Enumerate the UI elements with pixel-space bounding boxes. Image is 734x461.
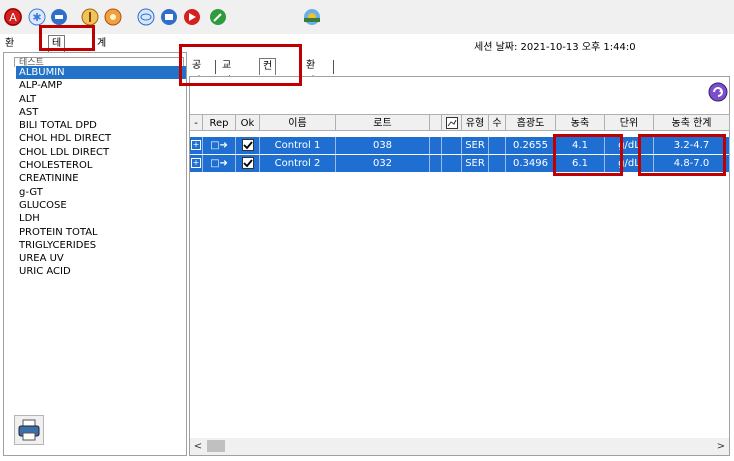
blank-cell [430, 155, 442, 172]
sun-horizon-icon[interactable] [303, 8, 321, 26]
control-limits: 3.2-4.7 [654, 137, 730, 154]
control-table-panel: - Rep Ok 이름 로트 유형 수 흡광도 농축 단위 농축 한계 + □➜… [189, 76, 730, 456]
tab-patient[interactable]: 환자 [2, 36, 17, 64]
svg-text:A: A [9, 11, 17, 24]
expand-toggle[interactable]: + [190, 137, 203, 154]
tab-tests[interactable]: 테스트 [48, 35, 66, 79]
list-item[interactable]: CHOL LDL DIRECT [16, 146, 186, 159]
control-count [489, 155, 506, 172]
sunflower-icon[interactable] [104, 8, 122, 26]
col-header-blank [430, 114, 442, 131]
control-absorbance: 0.2655 [506, 137, 556, 154]
tab-divider [215, 60, 216, 74]
horizontal-scrollbar[interactable]: < > [190, 438, 729, 455]
blank-cell [430, 137, 442, 154]
tab-control[interactable]: 컨트롤 [259, 58, 277, 104]
flag-icon[interactable] [183, 8, 201, 26]
rep-arrow-icon[interactable]: □➜ [203, 155, 236, 172]
scroll-left-icon[interactable]: < [190, 438, 206, 455]
control-lot: 032 [336, 155, 430, 172]
col-header-absorbance[interactable]: 흡광도 [506, 114, 556, 131]
tab-blank[interactable]: 공란 [189, 58, 204, 87]
printer-icon [18, 419, 40, 441]
table-row[interactable]: + □➜ Control 2 032 SER 0.3496 6.1 g/dL 4… [190, 155, 731, 172]
control-concentration: 4.1 [556, 137, 605, 154]
list-item[interactable]: CHOL HDL DIRECT [16, 132, 186, 145]
list-item[interactable]: ALT [16, 93, 186, 106]
col-header-lot[interactable]: 로트 [336, 114, 430, 131]
col-header-ok[interactable]: Ok [236, 114, 260, 131]
wrench-icon[interactable] [209, 8, 227, 26]
test-list-panel: 테스트 ALBUMIN ALP-AMP ALT AST BILI TOTAL D… [3, 52, 187, 456]
print-button[interactable] [14, 415, 44, 445]
chart-icon [445, 117, 458, 129]
ok-checkbox[interactable] [236, 137, 260, 154]
expand-toggle[interactable]: + [190, 155, 203, 172]
col-header-count[interactable]: 수 [489, 114, 506, 131]
session-date: 세션 날짜: 2021-10-13 오후 1:44:0 [474, 42, 636, 53]
control-unit: g/dL [605, 137, 654, 154]
list-item[interactable]: BILI TOTAL DPD [16, 119, 186, 132]
list-item[interactable]: ALBUMIN [16, 66, 186, 80]
control-absorbance: 0.3496 [506, 155, 556, 172]
list-item[interactable]: UREA UV [16, 252, 186, 265]
control-name: Control 2 [260, 155, 336, 172]
toolbar: A ✱ [0, 0, 734, 34]
list-item[interactable]: CREATININE [16, 172, 186, 185]
rep-arrow-icon[interactable]: □➜ [203, 137, 236, 154]
col-header-limits[interactable]: 농축 한계 [654, 114, 730, 131]
tab-calibrator[interactable]: 교정기 [219, 58, 234, 103]
tab-divider [333, 60, 334, 74]
vial-icon[interactable] [50, 8, 68, 26]
col-header-type[interactable]: 유형 [462, 114, 489, 131]
col-header-concentration[interactable]: 농축 [556, 114, 605, 131]
ok-checkbox[interactable] [236, 155, 260, 172]
control-limits: 4.8-7.0 [654, 155, 730, 172]
control-count [489, 137, 506, 154]
tab-patient-samples[interactable]: 환자 [303, 58, 318, 87]
tray-icon[interactable] [137, 8, 155, 26]
control-lot: 038 [336, 137, 430, 154]
col-header-chart-icon[interactable] [442, 114, 462, 131]
table-row[interactable]: + □➜ Control 1 038 SER 0.2655 4.1 g/dL 3… [190, 137, 731, 154]
chart-cell [442, 137, 462, 154]
cassette-icon[interactable] [160, 8, 178, 26]
scroll-right-icon[interactable]: > [713, 438, 729, 455]
control-unit: g/dL [605, 155, 654, 172]
col-header-unit[interactable]: 단위 [605, 114, 654, 131]
list-item[interactable]: CHOLESTEROL [16, 159, 186, 172]
list-item[interactable]: URIC ACID [16, 265, 186, 278]
list-item[interactable]: AST [16, 106, 186, 119]
scroll-thumb[interactable] [207, 440, 225, 452]
test-list: ALBUMIN ALP-AMP ALT AST BILI TOTAL DPD C… [16, 66, 186, 279]
list-item[interactable]: PROTEIN TOTAL [16, 226, 186, 239]
svg-text:✱: ✱ [32, 11, 41, 24]
chart-cell [442, 155, 462, 172]
shutdown-icon[interactable]: A [4, 8, 22, 26]
list-item[interactable]: TRIGLYCERIDES [16, 239, 186, 252]
list-item[interactable]: ALP-AMP [16, 79, 186, 92]
table-header-row: - Rep Ok 이름 로트 유형 수 흡광도 농축 단위 농축 한계 [190, 114, 731, 131]
col-header-rep[interactable]: Rep [203, 114, 236, 131]
refresh-icon[interactable] [708, 82, 728, 102]
list-item[interactable]: g-GT [16, 186, 186, 199]
snowflake-icon[interactable]: ✱ [28, 8, 46, 26]
col-header-expand: - [190, 114, 203, 131]
control-concentration: 6.1 [556, 155, 605, 172]
control-type: SER [462, 155, 489, 172]
control-type: SER [462, 137, 489, 154]
list-item[interactable]: LDH [16, 212, 186, 225]
tab-calculated[interactable]: 계산됨 [94, 36, 109, 79]
col-header-name[interactable]: 이름 [260, 114, 336, 131]
control-name: Control 1 [260, 137, 336, 154]
list-item[interactable]: GLUCOSE [16, 199, 186, 212]
circle-button-icon[interactable] [81, 8, 99, 26]
